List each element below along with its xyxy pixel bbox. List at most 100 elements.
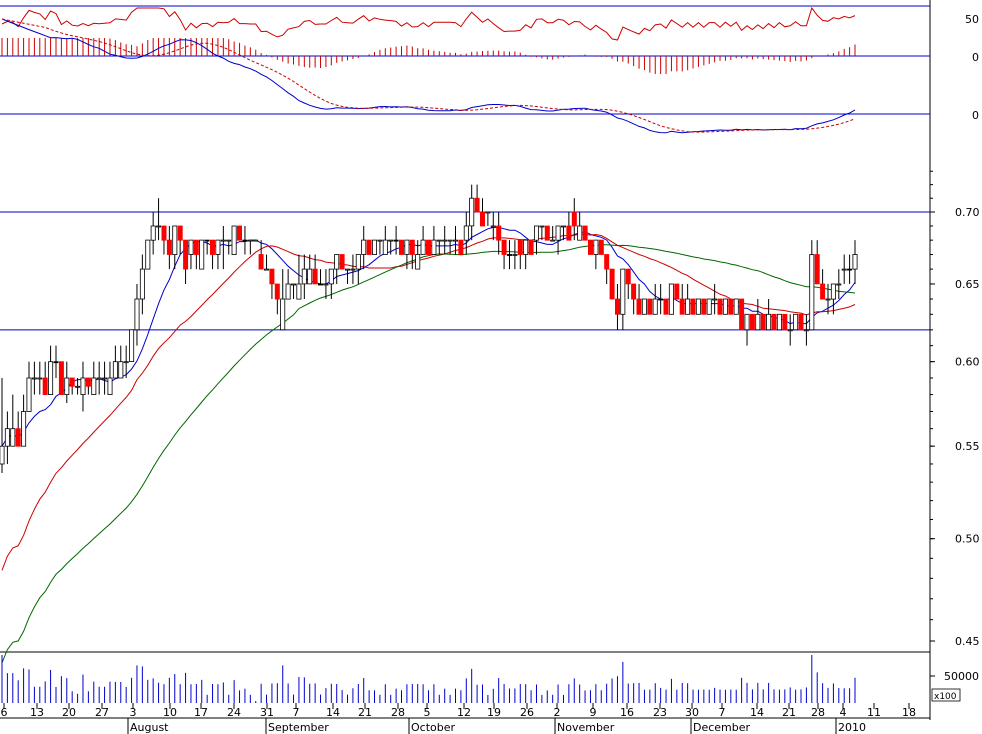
candle-body-48 (258, 254, 264, 270)
candle-body-138 (744, 313, 750, 331)
candle-55 (296, 254, 302, 300)
candle-body-156 (841, 268, 847, 271)
price-panel (0, 184, 930, 663)
candle-80 (431, 225, 437, 255)
candle-37 (199, 239, 205, 270)
candle-body-146 (787, 329, 793, 332)
candle-24 (129, 329, 135, 362)
candle-body-9 (48, 361, 54, 396)
candle-82 (442, 225, 448, 255)
candle-66 (355, 254, 361, 284)
volume-panel (1, 655, 856, 703)
candle-body-142 (766, 313, 772, 331)
day-tick-label-23: 14 (750, 706, 764, 719)
candle-65 (350, 254, 356, 284)
candle-body-50 (269, 268, 275, 285)
candle-42 (226, 239, 232, 255)
candle-body-14 (75, 385, 81, 388)
candle-137 (739, 298, 745, 331)
candle-body-65 (350, 268, 356, 271)
candle-93 (501, 239, 507, 270)
candle-body-117 (631, 283, 637, 300)
candle-44 (236, 225, 242, 241)
candle-body-87 (469, 197, 475, 227)
candle-124 (668, 283, 674, 315)
candle-body-4 (21, 411, 27, 447)
candle-116 (625, 268, 631, 300)
macd-panel (0, 18, 930, 134)
month-label-0: August (130, 721, 169, 734)
candle-157 (847, 254, 853, 284)
candle-63 (339, 254, 345, 270)
price-tick-label-0: 0.70 (955, 206, 980, 219)
candle-89 (479, 198, 485, 227)
candle-17 (91, 361, 97, 396)
candle-134 (722, 298, 728, 315)
candle-102 (550, 225, 556, 242)
candle-body-8 (42, 377, 48, 396)
candle-body-40 (215, 239, 221, 255)
candle-body-94 (506, 254, 512, 256)
candle-111 (598, 239, 604, 255)
moving-average-line-2 (1, 233, 856, 571)
candle-60 (323, 269, 329, 300)
candle-152 (820, 269, 826, 300)
candle-46 (247, 239, 253, 255)
candle-9 (48, 345, 54, 396)
candle-113 (609, 268, 615, 300)
candle-16 (85, 377, 91, 395)
candle-108 (582, 225, 588, 241)
candle-body-143 (771, 313, 777, 331)
candle-133 (717, 298, 723, 315)
candle-64 (344, 268, 350, 284)
day-tick-label-16: 26 (520, 706, 534, 719)
candle-20 (107, 361, 113, 396)
candle-85 (458, 239, 464, 255)
candle-13 (69, 377, 75, 395)
candle-body-108 (582, 225, 588, 241)
candle-52 (280, 269, 286, 331)
candle-body-132 (712, 298, 718, 301)
candle-body-47 (253, 239, 259, 242)
candle-45 (242, 225, 248, 255)
candle-body-45 (242, 239, 248, 242)
candle-body-101 (544, 225, 550, 241)
candle-body-25 (134, 298, 140, 331)
candle-body-88 (474, 197, 480, 213)
candle-11 (58, 361, 64, 396)
day-tick-label-18: 9 (590, 706, 597, 719)
candle-35 (188, 239, 194, 270)
macd-tick-label: 0 (972, 109, 979, 122)
candle-2 (10, 394, 16, 447)
candle-110 (593, 239, 599, 270)
candle-body-37 (199, 239, 205, 270)
month-label-2: October (411, 721, 455, 734)
candle-68 (366, 239, 372, 255)
candle-97 (523, 239, 529, 270)
candle-81 (436, 239, 442, 255)
candle-body-86 (463, 225, 469, 241)
day-tick-label-25: 28 (811, 706, 825, 719)
candle-body-67 (361, 239, 367, 255)
candle-body-44 (236, 225, 242, 241)
candle-body-71 (382, 239, 388, 255)
candle-74 (398, 239, 404, 255)
day-tick-label-5: 10 (163, 706, 177, 719)
candle-body-114 (615, 298, 621, 315)
candle-body-105 (566, 225, 572, 241)
candle-6 (31, 361, 37, 395)
candle-body-69 (371, 239, 377, 255)
candle-21 (112, 345, 118, 379)
candle-body-102 (550, 239, 556, 242)
candle-144 (776, 313, 782, 331)
candle-body-104 (561, 225, 567, 228)
candle-118 (636, 283, 642, 315)
candle-body-59 (317, 283, 323, 286)
candle-body-147 (793, 313, 799, 331)
candle-body-121 (652, 298, 658, 315)
candle-body-91 (490, 225, 496, 228)
candle-body-34 (183, 239, 189, 270)
candle-body-64 (344, 268, 350, 271)
candle-body-75 (404, 239, 410, 255)
day-tick-label-14: 12 (457, 706, 471, 719)
